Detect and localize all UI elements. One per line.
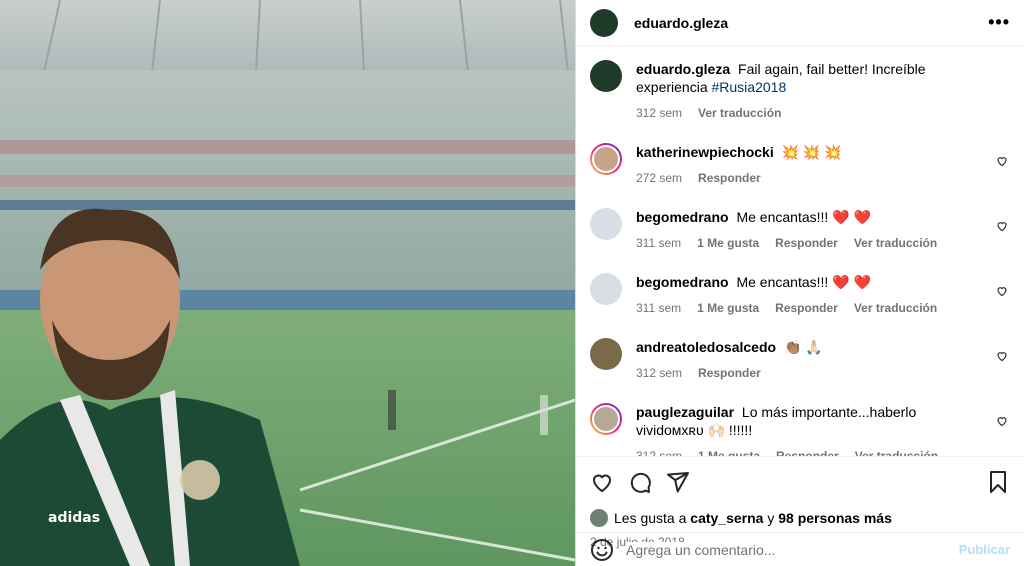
comment-heart-icon[interactable] bbox=[996, 155, 1008, 167]
translate-button[interactable]: Ver traducción bbox=[854, 234, 937, 252]
comment-avatar[interactable] bbox=[590, 273, 622, 305]
comment-heart-icon[interactable] bbox=[996, 415, 1008, 427]
likes-summary: Les gusta a caty_serna y 98 personas más bbox=[590, 509, 1010, 527]
translate-button[interactable]: Ver traducción bbox=[854, 299, 937, 317]
comment-time[interactable]: 312 sem bbox=[636, 364, 682, 382]
comment-username[interactable]: begomedrano bbox=[636, 274, 729, 290]
likes-user[interactable]: caty_serna bbox=[690, 510, 763, 526]
translate-button[interactable]: Ver traducción bbox=[855, 447, 938, 456]
comment-input[interactable] bbox=[626, 541, 959, 558]
comment-username[interactable]: begomedrano bbox=[636, 209, 729, 225]
post-header: eduardo.gleza ••• bbox=[576, 0, 1024, 46]
share-icon[interactable] bbox=[666, 470, 690, 494]
bookmark-icon[interactable] bbox=[986, 470, 1010, 494]
caption-time[interactable]: 312 sem bbox=[636, 104, 682, 122]
comment-time[interactable]: 272 sem bbox=[636, 169, 682, 187]
comment-time[interactable]: 311 sem bbox=[636, 234, 681, 252]
comment-heart-icon[interactable] bbox=[996, 350, 1008, 362]
likes-count[interactable]: 98 personas más bbox=[778, 510, 892, 526]
caption: eduardo.gleza Fail again, fail better! I… bbox=[590, 60, 1010, 122]
comment-icon[interactable] bbox=[628, 470, 652, 494]
author-avatar[interactable] bbox=[590, 8, 618, 37]
likes-joiner: y bbox=[767, 510, 775, 526]
comment-text: 👏🏽 🙏🏻 bbox=[783, 339, 823, 355]
comment-item: begomedrano Me encantas!!! ❤️ ❤️ 311 sem… bbox=[590, 273, 1010, 317]
caption-hashtag[interactable]: #Rusia2018 bbox=[712, 79, 787, 95]
reply-button[interactable]: Responder bbox=[776, 447, 839, 456]
comment-likes[interactable]: 1 Me gusta bbox=[698, 447, 760, 456]
reply-button[interactable]: Responder bbox=[698, 364, 761, 382]
comments-list: eduardo.gleza Fail again, fail better! I… bbox=[576, 46, 1024, 456]
comment-time[interactable]: 311 sem bbox=[636, 299, 681, 317]
post-photo[interactable]: adidas bbox=[0, 0, 575, 566]
comment-likes[interactable]: 1 Me gusta bbox=[697, 299, 759, 317]
comment-username[interactable]: katherinewpiechocki bbox=[636, 144, 774, 160]
comment-item: begomedrano Me encantas!!! ❤️ ❤️ 311 sem… bbox=[590, 208, 1010, 252]
comment-username[interactable]: andreatoledosalcedo bbox=[636, 339, 776, 355]
svg-text:adidas: adidas bbox=[48, 510, 100, 526]
comment-item: andreatoledosalcedo 👏🏽 🙏🏻 312 sem Respon… bbox=[590, 338, 1010, 382]
emoji-icon[interactable] bbox=[590, 538, 614, 562]
liker-avatar[interactable] bbox=[590, 509, 608, 527]
comment-item: pauglezaguilar Lo más importante...haber… bbox=[590, 403, 1010, 456]
post-dialog: adidas eduardo.gleza ••• eduardo.gleza F… bbox=[0, 0, 1024, 566]
comment-avatar[interactable] bbox=[590, 338, 622, 370]
side-panel: eduardo.gleza ••• eduardo.gleza Fail aga… bbox=[575, 0, 1024, 566]
reply-button[interactable]: Responder bbox=[775, 234, 838, 252]
comment-heart-icon[interactable] bbox=[996, 220, 1008, 232]
comment-avatar[interactable] bbox=[590, 403, 622, 435]
comment-item: katherinewpiechocki 💥 💥 💥 272 sem Respon… bbox=[590, 143, 1010, 187]
comment-time[interactable]: 312 sem bbox=[636, 447, 682, 456]
caption-translate[interactable]: Ver traducción bbox=[698, 104, 781, 122]
stadium-photo: adidas bbox=[0, 0, 575, 566]
comment-avatar[interactable] bbox=[590, 208, 622, 240]
comment-avatar[interactable] bbox=[590, 143, 622, 175]
heart-icon[interactable] bbox=[590, 470, 614, 494]
reply-button[interactable]: Responder bbox=[775, 299, 838, 317]
comment-text: 💥 💥 💥 bbox=[781, 144, 842, 160]
author-username[interactable]: eduardo.gleza bbox=[634, 15, 728, 31]
comment-text: Me encantas!!! ❤️ ❤️ bbox=[736, 209, 871, 225]
likes-prefix: Les gusta a bbox=[614, 510, 687, 526]
caption-username[interactable]: eduardo.gleza bbox=[636, 61, 730, 77]
caption-avatar[interactable] bbox=[590, 60, 622, 92]
comment-composer: Publicar bbox=[576, 532, 1024, 566]
comment-text: Me encantas!!! ❤️ ❤️ bbox=[736, 274, 871, 290]
reply-button[interactable]: Responder bbox=[698, 169, 761, 187]
comment-username[interactable]: pauglezaguilar bbox=[636, 404, 734, 420]
more-icon[interactable]: ••• bbox=[988, 12, 1010, 33]
post-button[interactable]: Publicar bbox=[959, 542, 1010, 557]
comment-heart-icon[interactable] bbox=[996, 285, 1008, 297]
comment-likes[interactable]: 1 Me gusta bbox=[697, 234, 759, 252]
